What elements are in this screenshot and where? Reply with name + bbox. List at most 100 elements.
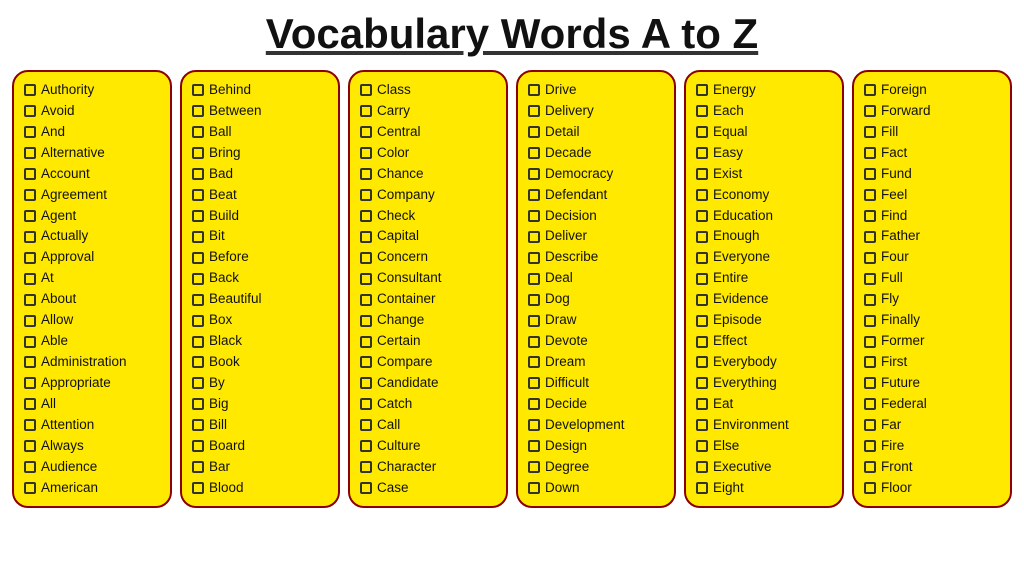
list-item[interactable]: Change bbox=[360, 310, 496, 331]
checkbox-icon[interactable] bbox=[192, 126, 204, 138]
checkbox-icon[interactable] bbox=[24, 147, 36, 159]
list-item[interactable]: Delivery bbox=[528, 101, 664, 122]
checkbox-icon[interactable] bbox=[864, 210, 876, 222]
checkbox-icon[interactable] bbox=[528, 231, 540, 243]
list-item[interactable]: Finally bbox=[864, 310, 1000, 331]
list-item[interactable]: Decade bbox=[528, 143, 664, 164]
checkbox-icon[interactable] bbox=[864, 126, 876, 138]
list-item[interactable]: Blood bbox=[192, 478, 328, 499]
list-item[interactable]: Book bbox=[192, 352, 328, 373]
checkbox-icon[interactable] bbox=[192, 440, 204, 452]
checkbox-icon[interactable] bbox=[864, 189, 876, 201]
list-item[interactable]: By bbox=[192, 373, 328, 394]
list-item[interactable]: Easy bbox=[696, 143, 832, 164]
checkbox-icon[interactable] bbox=[360, 252, 372, 264]
checkbox-icon[interactable] bbox=[360, 126, 372, 138]
list-item[interactable]: Beautiful bbox=[192, 289, 328, 310]
list-item[interactable]: American bbox=[24, 478, 160, 499]
list-item[interactable]: Bring bbox=[192, 143, 328, 164]
list-item[interactable]: Class bbox=[360, 80, 496, 101]
list-item[interactable]: Full bbox=[864, 268, 1000, 289]
list-item[interactable]: Big bbox=[192, 394, 328, 415]
checkbox-icon[interactable] bbox=[528, 126, 540, 138]
checkbox-icon[interactable] bbox=[528, 482, 540, 494]
checkbox-icon[interactable] bbox=[24, 105, 36, 117]
checkbox-icon[interactable] bbox=[360, 168, 372, 180]
checkbox-icon[interactable] bbox=[360, 294, 372, 306]
list-item[interactable]: Feel bbox=[864, 185, 1000, 206]
list-item[interactable]: Everyone bbox=[696, 247, 832, 268]
checkbox-icon[interactable] bbox=[864, 398, 876, 410]
checkbox-icon[interactable] bbox=[24, 168, 36, 180]
checkbox-icon[interactable] bbox=[24, 294, 36, 306]
checkbox-icon[interactable] bbox=[864, 105, 876, 117]
checkbox-icon[interactable] bbox=[864, 252, 876, 264]
checkbox-icon[interactable] bbox=[24, 398, 36, 410]
checkbox-icon[interactable] bbox=[696, 147, 708, 159]
checkbox-icon[interactable] bbox=[696, 294, 708, 306]
checkbox-icon[interactable] bbox=[192, 210, 204, 222]
checkbox-icon[interactable] bbox=[192, 294, 204, 306]
list-item[interactable]: Deal bbox=[528, 268, 664, 289]
list-item[interactable]: Bad bbox=[192, 164, 328, 185]
checkbox-icon[interactable] bbox=[528, 377, 540, 389]
checkbox-icon[interactable] bbox=[192, 105, 204, 117]
list-item[interactable]: Color bbox=[360, 143, 496, 164]
list-item[interactable]: Administration bbox=[24, 352, 160, 373]
list-item[interactable]: Appropriate bbox=[24, 373, 160, 394]
list-item[interactable]: Deliver bbox=[528, 226, 664, 247]
list-item[interactable]: Dream bbox=[528, 352, 664, 373]
checkbox-icon[interactable] bbox=[528, 315, 540, 327]
list-item[interactable]: Certain bbox=[360, 331, 496, 352]
checkbox-icon[interactable] bbox=[360, 482, 372, 494]
list-item[interactable]: Box bbox=[192, 310, 328, 331]
list-item[interactable]: Bit bbox=[192, 226, 328, 247]
checkbox-icon[interactable] bbox=[696, 461, 708, 473]
checkbox-icon[interactable] bbox=[24, 419, 36, 431]
checkbox-icon[interactable] bbox=[528, 336, 540, 348]
list-item[interactable]: Alternative bbox=[24, 143, 160, 164]
list-item[interactable]: Drive bbox=[528, 80, 664, 101]
checkbox-icon[interactable] bbox=[360, 377, 372, 389]
checkbox-icon[interactable] bbox=[24, 84, 36, 96]
checkbox-icon[interactable] bbox=[696, 398, 708, 410]
list-item[interactable]: Call bbox=[360, 415, 496, 436]
list-item[interactable]: Down bbox=[528, 478, 664, 499]
checkbox-icon[interactable] bbox=[696, 252, 708, 264]
checkbox-icon[interactable] bbox=[192, 315, 204, 327]
list-item[interactable]: Between bbox=[192, 101, 328, 122]
checkbox-icon[interactable] bbox=[24, 336, 36, 348]
list-item[interactable]: Find bbox=[864, 206, 1000, 227]
checkbox-icon[interactable] bbox=[360, 231, 372, 243]
checkbox-icon[interactable] bbox=[360, 440, 372, 452]
list-item[interactable]: Fact bbox=[864, 143, 1000, 164]
checkbox-icon[interactable] bbox=[24, 273, 36, 285]
checkbox-icon[interactable] bbox=[528, 105, 540, 117]
checkbox-icon[interactable] bbox=[696, 105, 708, 117]
list-item[interactable]: Describe bbox=[528, 247, 664, 268]
list-item[interactable]: Candidate bbox=[360, 373, 496, 394]
list-item[interactable]: Back bbox=[192, 268, 328, 289]
list-item[interactable]: Design bbox=[528, 436, 664, 457]
checkbox-icon[interactable] bbox=[864, 440, 876, 452]
list-item[interactable]: Energy bbox=[696, 80, 832, 101]
checkbox-icon[interactable] bbox=[528, 189, 540, 201]
list-item[interactable]: Carry bbox=[360, 101, 496, 122]
checkbox-icon[interactable] bbox=[360, 336, 372, 348]
checkbox-icon[interactable] bbox=[864, 419, 876, 431]
checkbox-icon[interactable] bbox=[24, 126, 36, 138]
checkbox-icon[interactable] bbox=[696, 419, 708, 431]
list-item[interactable]: Everybody bbox=[696, 352, 832, 373]
list-item[interactable]: Agent bbox=[24, 206, 160, 227]
list-item[interactable]: Defendant bbox=[528, 185, 664, 206]
checkbox-icon[interactable] bbox=[192, 252, 204, 264]
list-item[interactable]: Allow bbox=[24, 310, 160, 331]
list-item[interactable]: Always bbox=[24, 436, 160, 457]
list-item[interactable]: Able bbox=[24, 331, 160, 352]
list-item[interactable]: Decide bbox=[528, 394, 664, 415]
checkbox-icon[interactable] bbox=[192, 189, 204, 201]
checkbox-icon[interactable] bbox=[696, 315, 708, 327]
list-item[interactable]: Economy bbox=[696, 185, 832, 206]
list-item[interactable]: Everything bbox=[696, 373, 832, 394]
list-item[interactable]: Consultant bbox=[360, 268, 496, 289]
